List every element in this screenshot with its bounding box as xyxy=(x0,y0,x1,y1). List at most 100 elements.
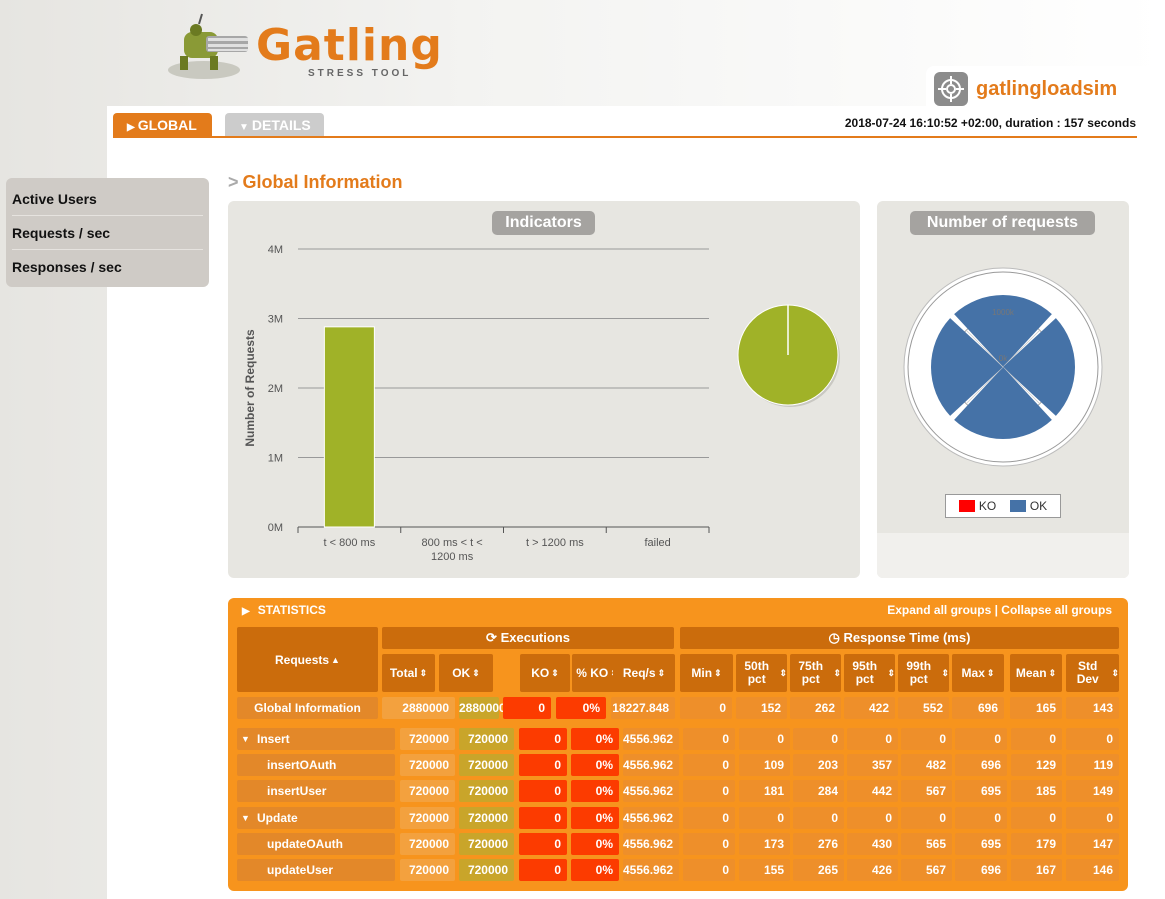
tab-global[interactable]: ▶ GLOBAL xyxy=(113,113,212,137)
legend-ko[interactable]: KO xyxy=(958,499,996,513)
statistics-header[interactable]: ▶ STATISTICS xyxy=(242,603,326,617)
stat-cell-50th-pct: 173 xyxy=(739,833,790,855)
executions-group-header: ⟳ Executions xyxy=(382,627,674,649)
column-header-label: KO xyxy=(531,665,550,680)
y-tick-label: 3M xyxy=(268,314,283,326)
indicators-panel: Indicators 0M 1M 2M 3M 4M Number of Requests t… xyxy=(228,201,860,578)
request-name[interactable]: updateUser xyxy=(267,863,333,877)
stat-cell-min: 0 xyxy=(683,859,735,881)
stat-cell-std-dev: 146 xyxy=(1066,859,1119,881)
stat-cell-total: 720000 xyxy=(400,833,455,855)
request-name-cell: ▼ Insert xyxy=(237,728,395,750)
request-name[interactable]: updateOAuth xyxy=(267,837,343,851)
tab-details-label: DETAILS xyxy=(251,117,311,133)
collapse-all-groups-link[interactable]: Collapse all groups xyxy=(1001,603,1112,617)
expand-all-groups-link[interactable]: Expand all groups xyxy=(887,603,991,617)
x-tick-label: 1200 ms xyxy=(431,551,474,563)
legend-ok-swatch xyxy=(1009,500,1026,512)
sidebar-item-requests-per-sec[interactable]: Requests / sec xyxy=(12,216,203,250)
stat-cell-ko: 0 xyxy=(519,780,567,802)
collapse-group-icon[interactable]: ▼ xyxy=(241,728,250,750)
column-header[interactable]: KO ⇕ xyxy=(520,654,570,692)
column-header[interactable]: Mean ⇕ xyxy=(1010,654,1062,692)
column-header[interactable]: 95th pct ⇕ xyxy=(844,654,895,692)
y-tick-label: 1M xyxy=(268,453,283,465)
column-header[interactable]: Max ⇕ xyxy=(952,654,1004,692)
stat-cell-min: 0 xyxy=(680,697,732,719)
legend-ko-swatch xyxy=(958,500,975,512)
legend-ok[interactable]: OK xyxy=(1009,499,1047,513)
request-name-cell: Global Information xyxy=(237,697,378,719)
request-name[interactable]: Update xyxy=(257,811,298,825)
stat-cell-std-dev: 0 xyxy=(1066,807,1119,829)
requests-legend[interactable]: KO OK xyxy=(945,494,1061,518)
statistics-title: STATISTICS xyxy=(257,603,326,617)
request-name[interactable]: Insert xyxy=(257,732,290,746)
stat-cell-50th-pct: 0 xyxy=(739,728,790,750)
stat-cell-min: 0 xyxy=(683,833,735,855)
stat-cell--ko: 0% xyxy=(571,833,619,855)
sort-icon: ⇕ xyxy=(1048,667,1057,678)
stat-cell-99th-pct: 0 xyxy=(901,728,952,750)
stat-cell-min: 0 xyxy=(683,728,735,750)
stat-cell-95th-pct: 0 xyxy=(847,807,898,829)
column-header-label: 50th pct xyxy=(744,659,770,686)
stat-cell-99th-pct: 567 xyxy=(901,780,952,802)
stat-cell-min: 0 xyxy=(683,807,735,829)
stat-cell-ok: 720000 xyxy=(459,859,514,881)
clock-icon: ◷ xyxy=(828,630,840,645)
column-header[interactable]: 75th pct ⇕ xyxy=(790,654,841,692)
stat-cell-mean: 0 xyxy=(1011,807,1062,829)
column-header[interactable]: OK ⇕ xyxy=(439,654,493,692)
stat-cell-std-dev: 0 xyxy=(1066,728,1119,750)
y-tick-label: 4M xyxy=(268,244,283,256)
column-header[interactable]: Total ⇕ xyxy=(382,654,435,692)
column-header[interactable]: Req/s ⇕ xyxy=(613,654,675,692)
stat-cell-75th-pct: 0 xyxy=(793,728,844,750)
response-time-group-header: ◷ Response Time (ms) xyxy=(680,627,1119,649)
column-header[interactable]: Min ⇕ xyxy=(680,654,733,692)
chevron-right-icon: > xyxy=(228,172,239,192)
x-tick-label: 800 ms < t < xyxy=(422,537,483,549)
stat-cell-min: 0 xyxy=(683,780,735,802)
tab-global-label: GLOBAL xyxy=(137,117,197,133)
column-header[interactable]: 99th pct ⇕ xyxy=(898,654,949,692)
sidebar-item-active-users[interactable]: Active Users xyxy=(12,182,203,216)
response-time-header-label: Response Time (ms) xyxy=(843,630,971,645)
stat-cell-max: 695 xyxy=(955,780,1007,802)
request-name-cell: insertOAuth xyxy=(237,754,395,776)
stat-cell--ko: 0% xyxy=(571,754,619,776)
column-header[interactable]: 50th pct ⇕ xyxy=(736,654,787,692)
sort-icon: ⇕ xyxy=(986,667,995,678)
stat-cell-min: 0 xyxy=(683,754,735,776)
request-name-cell: ▼ Update xyxy=(237,807,395,829)
run-info: 2018-07-24 16:10:52 +02:00, duration : 1… xyxy=(844,116,1136,130)
sort-asc-icon: ▲ xyxy=(331,654,340,665)
column-header-label: Std Dev xyxy=(1076,659,1099,686)
gatling-logo: Gatling STRESS TOOL xyxy=(166,10,446,82)
sort-icon: ⇕ xyxy=(941,667,949,678)
request-name-cell: insertUser xyxy=(237,780,395,802)
page-title: > Global Information xyxy=(228,172,403,193)
stat-cell-95th-pct: 0 xyxy=(847,728,898,750)
sidebar-item-responses-per-sec[interactable]: Responses / sec xyxy=(12,250,203,284)
sort-icon: ⇕ xyxy=(887,667,895,678)
stat-cell-75th-pct: 276 xyxy=(793,833,844,855)
stat-cell-ko: 0 xyxy=(519,859,567,881)
collapse-group-icon[interactable]: ▼ xyxy=(241,807,250,829)
stat-cell-req-s: 4556.962 xyxy=(623,780,679,802)
column-header[interactable]: Std Dev ⇕ xyxy=(1066,654,1119,692)
stat-cell-std-dev: 143 xyxy=(1066,697,1119,719)
stat-cell-ko: 0 xyxy=(519,807,567,829)
polar-ring-label: 0k xyxy=(999,354,1008,363)
request-name[interactable]: insertUser xyxy=(267,784,326,798)
tab-details[interactable]: ▼ DETAILS xyxy=(225,113,324,137)
stat-cell-total: 720000 xyxy=(400,807,455,829)
column-header-label: Mean xyxy=(1015,665,1047,680)
request-name[interactable]: insertOAuth xyxy=(267,758,336,772)
sidebar-menu: Active Users Requests / sec Responses / … xyxy=(6,178,209,287)
column-header-label: Min xyxy=(691,665,713,680)
x-tick-label: t > 1200 ms xyxy=(526,537,584,549)
stat-cell-75th-pct: 203 xyxy=(793,754,844,776)
requests-column-header[interactable]: Requests ▲ xyxy=(237,627,378,692)
